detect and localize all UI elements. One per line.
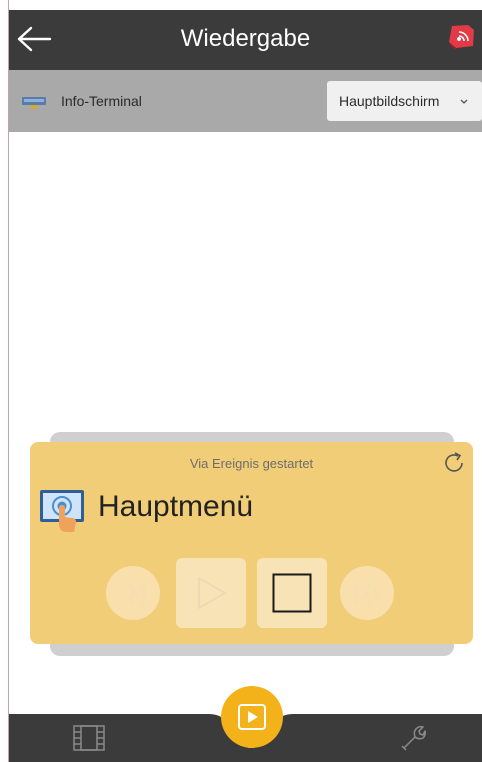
fast-forward-icon [355,581,380,605]
left-edge-border [0,0,9,762]
rewind-button[interactable] [106,566,160,620]
screen-select-value: Hauptbildschirm [339,93,440,109]
touch-screen-icon [40,490,84,532]
page-title: Wiedergabe [180,25,311,52]
stop-button[interactable] [257,558,327,628]
playback-title: Hauptmenü [98,490,254,523]
film-icon [73,725,105,751]
stop-icon [272,573,312,613]
play-icon [198,576,227,610]
chevron-down-icon [460,99,468,104]
screen-select[interactable]: Hauptbildschirm [327,81,482,121]
fast-forward-button[interactable] [340,566,394,620]
refresh-icon [445,452,463,472]
refresh-button[interactable] [441,450,467,476]
nav-settings-button[interactable] [398,724,426,752]
terminal-icon [22,97,46,109]
device-bar: Info-Terminal Hauptbildschirm [9,70,482,132]
rewind-icon [120,581,145,605]
play-button[interactable] [176,558,246,628]
playback-card: Via Ereignis gestartet Hauptmenü [30,442,473,644]
nav-playback-button[interactable] [221,686,283,748]
playback-status: Via Ereignis gestartet [189,456,314,471]
play-icon [238,704,266,730]
nav-media-button[interactable] [72,724,106,752]
app-header: Wiedergabe [9,10,482,70]
device-label: Info-Terminal [61,93,142,109]
cast-icon [449,25,474,51]
cast-button[interactable] [446,24,476,52]
wrench-icon [401,725,426,751]
